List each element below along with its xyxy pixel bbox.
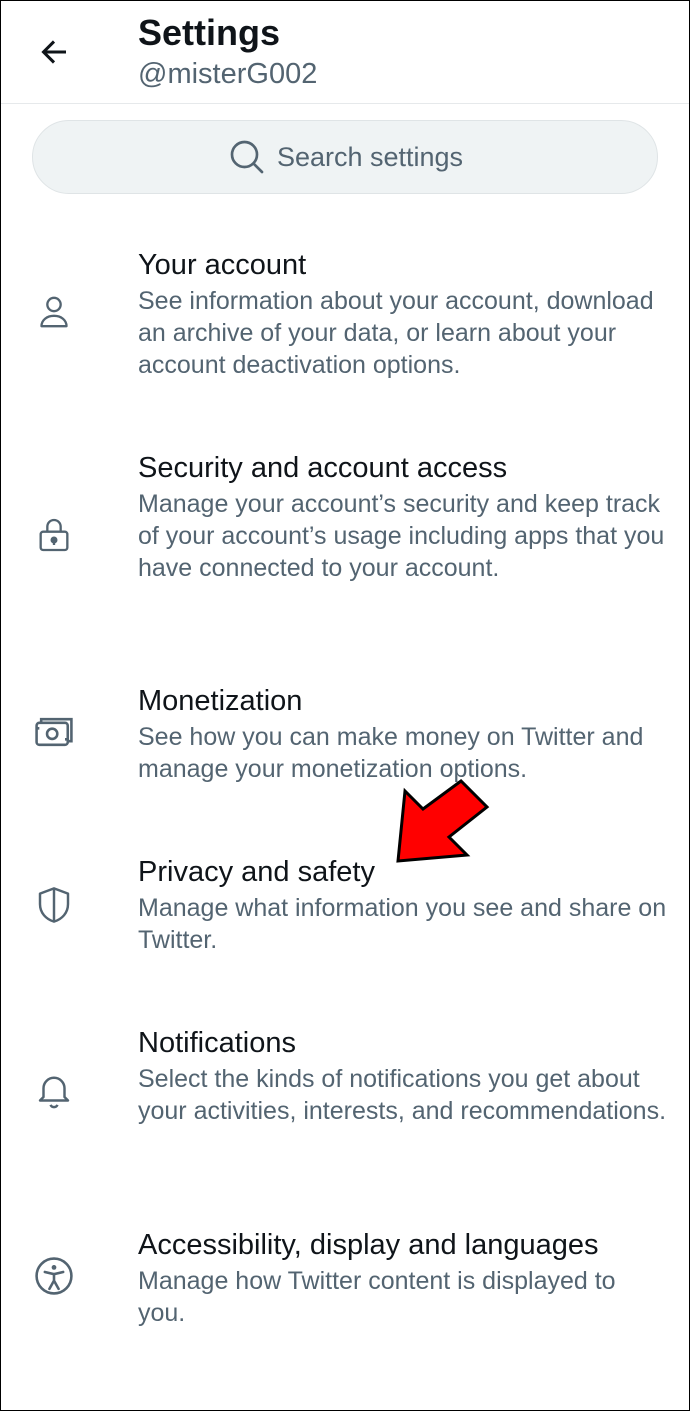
item-title: Accessibility, display and languages — [138, 1229, 599, 1261]
lock-icon — [29, 510, 79, 560]
settings-item-your-account[interactable]: Your account See information about your … — [1, 247, 689, 387]
item-description: Manage your account’s security and keep … — [138, 490, 665, 582]
search-placeholder: Search settings — [276, 141, 464, 172]
money-icon — [29, 707, 79, 757]
settings-item-monetization[interactable]: Monetization See how you can make money … — [1, 683, 689, 793]
settings-item-notifications[interactable]: Notifications Select the kinds of notifi… — [1, 1025, 689, 1165]
settings-screen: Settings @misterG002 Search settings You… — [0, 0, 690, 1411]
account-handle: @misterG002 — [138, 58, 318, 90]
search-icon — [227, 137, 267, 177]
user-icon — [29, 287, 79, 337]
settings-item-security[interactable]: Security and account access Manage your … — [1, 450, 689, 620]
item-title: Notifications — [138, 1027, 296, 1059]
item-description: Select the kinds of notifications you ge… — [138, 1065, 667, 1125]
item-description: See information about your account, down… — [138, 287, 654, 379]
arrow-left-icon — [41, 40, 66, 64]
item-title: Security and account access — [138, 452, 508, 484]
item-description: See how you can make money on Twitter an… — [138, 723, 644, 783]
shield-icon — [29, 880, 79, 930]
item-title: Privacy and safety — [138, 856, 375, 888]
item-description: Manage how Twitter content is displayed … — [138, 1267, 616, 1327]
settings-item-privacy-safety[interactable]: Privacy and safety Manage what informati… — [1, 854, 689, 964]
red-pointer-arrow-icon — [396, 779, 490, 863]
item-description: Manage what information you see and shar… — [138, 894, 667, 954]
accessibility-icon — [29, 1251, 79, 1301]
bell-icon — [29, 1065, 79, 1115]
header: Settings @misterG002 — [1, 1, 689, 104]
settings-item-accessibility[interactable]: Accessibility, display and languages Man… — [1, 1227, 689, 1337]
back-button[interactable] — [29, 27, 79, 77]
item-title: Monetization — [138, 685, 303, 717]
item-title: Your account — [138, 249, 307, 281]
search-input[interactable]: Search settings — [32, 120, 658, 194]
page-title: Settings — [138, 12, 281, 53]
